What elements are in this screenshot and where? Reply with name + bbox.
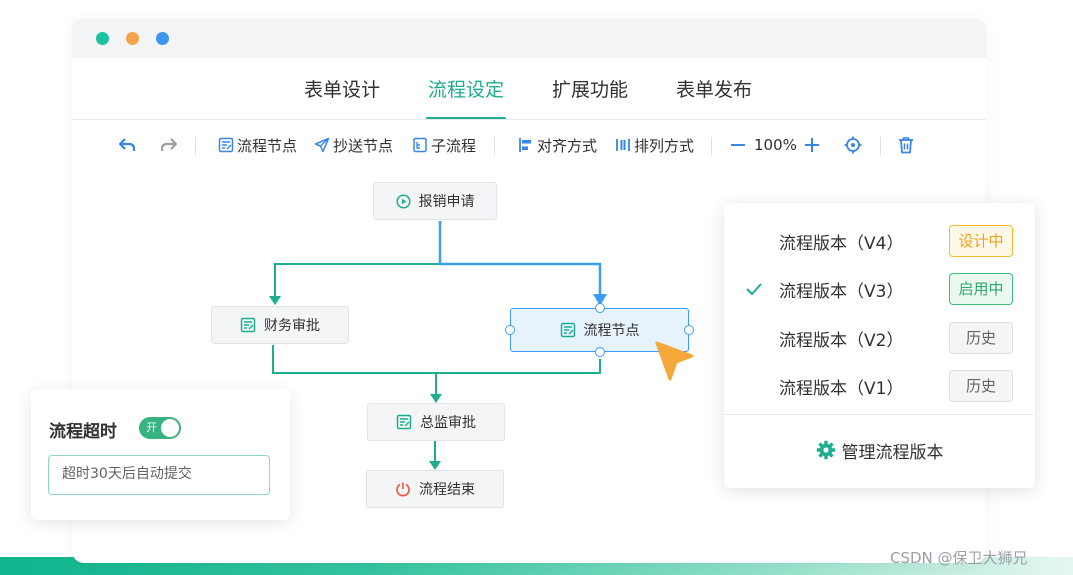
status-badge: 历史 bbox=[949, 370, 1013, 402]
version-item-v1[interactable]: 流程版本（V1） 历史 bbox=[724, 362, 1035, 410]
zoom-in-button[interactable] bbox=[803, 130, 821, 160]
toolbar-separator bbox=[195, 137, 196, 155]
locate-button[interactable] bbox=[844, 130, 862, 160]
timeout-title: 流程超时 bbox=[49, 422, 117, 442]
cc-node-label: 抄送节点 bbox=[333, 136, 394, 155]
add-flow-node-button[interactable]: 流程节点 bbox=[218, 130, 297, 160]
manage-versions-button[interactable]: 管理流程版本 bbox=[724, 433, 1035, 467]
status-badge: 历史 bbox=[949, 322, 1013, 354]
flow-node-start-label: 报销申请 bbox=[418, 194, 475, 210]
add-cc-node-button[interactable]: 抄送节点 bbox=[314, 130, 393, 160]
delete-button[interactable] bbox=[898, 130, 914, 160]
redo-icon bbox=[160, 138, 178, 151]
version-name: 流程版本（V2） bbox=[779, 331, 904, 351]
manage-versions-label: 管理流程版本 bbox=[841, 442, 944, 463]
connection-handle-right[interactable] bbox=[684, 325, 694, 335]
toolbar-separator bbox=[494, 137, 495, 155]
flow-node-start[interactable]: 报销申请 bbox=[373, 182, 497, 220]
subflow-label: 子流程 bbox=[431, 136, 477, 155]
main-tabs: 表单设计 流程设定 扩展功能 表单发布 bbox=[72, 76, 986, 120]
connection-handle-bottom[interactable] bbox=[595, 347, 605, 357]
status-badge: 设计中 bbox=[949, 225, 1013, 257]
version-name: 流程版本（V3） bbox=[779, 282, 904, 302]
flow-node-director-label: 总监审批 bbox=[420, 415, 476, 431]
flow-node-director[interactable]: 总监审批 bbox=[367, 403, 505, 441]
window-titlebar bbox=[72, 18, 986, 58]
undo-button[interactable] bbox=[118, 130, 136, 160]
status-badge: 启用中 bbox=[949, 273, 1013, 305]
flow-node-label: 流程节点 bbox=[237, 136, 298, 155]
form-edit-icon bbox=[240, 317, 256, 333]
check-icon bbox=[746, 283, 762, 296]
power-icon bbox=[395, 481, 411, 497]
mouse-pointer-icon bbox=[655, 341, 694, 381]
flow-node-finance-label: 财务审批 bbox=[264, 318, 320, 334]
window-dot-orange[interactable] bbox=[126, 32, 139, 45]
zoom-level: 100% bbox=[754, 136, 797, 154]
screenshot-stage: 表单设计 流程设定 扩展功能 表单发布 流程节点 抄送节点 子流程 对齐方式 排… bbox=[0, 0, 1073, 575]
version-item-v3[interactable]: 流程版本（V3） 启用中 bbox=[724, 265, 1035, 313]
version-name: 流程版本（V1） bbox=[779, 379, 904, 399]
play-circle-icon bbox=[395, 193, 411, 209]
timeout-panel: 流程超时 开 超时30天后自动提交 bbox=[31, 389, 290, 520]
window-dot-blue[interactable] bbox=[156, 32, 169, 45]
versions-panel: 流程版本（V4） 设计中 流程版本（V3） 启用中 流程版本（V2） 历史 流程… bbox=[724, 203, 1035, 488]
locate-icon bbox=[844, 136, 862, 154]
arrange-icon bbox=[616, 139, 630, 151]
undo-icon bbox=[118, 138, 136, 151]
timeout-toggle[interactable]: 开 bbox=[139, 417, 181, 439]
versions-divider bbox=[724, 414, 1035, 415]
trash-icon bbox=[899, 137, 913, 154]
plus-icon bbox=[805, 138, 819, 152]
connection-handle-left[interactable] bbox=[505, 325, 515, 335]
toolbar-separator bbox=[880, 137, 881, 155]
flow-toolbar: 流程节点 抄送节点 子流程 对齐方式 排列方式 100% bbox=[72, 130, 986, 160]
send-icon bbox=[314, 137, 330, 153]
align-button[interactable]: 对齐方式 bbox=[518, 130, 597, 160]
timeout-input[interactable]: 超时30天后自动提交 bbox=[48, 455, 270, 495]
minus-icon bbox=[731, 144, 745, 146]
arrange-label: 排列方式 bbox=[634, 136, 695, 155]
arrange-button[interactable]: 排列方式 bbox=[615, 130, 694, 160]
form-edit-icon bbox=[560, 322, 576, 338]
gear-icon bbox=[816, 440, 835, 460]
tabs-divider bbox=[72, 119, 986, 120]
add-subflow-button[interactable]: 子流程 bbox=[412, 130, 476, 160]
flow-node-icon bbox=[218, 137, 234, 153]
flow-node-end-label: 流程结束 bbox=[419, 482, 475, 498]
flow-node-process-label: 流程节点 bbox=[583, 323, 640, 339]
subflow-icon bbox=[413, 137, 427, 153]
window-dot-green[interactable] bbox=[96, 32, 109, 45]
zoom-out-button[interactable] bbox=[729, 130, 747, 160]
version-item-v2[interactable]: 流程版本（V2） 历史 bbox=[724, 314, 1035, 362]
version-name: 流程版本（V4） bbox=[779, 234, 904, 254]
tab-process-settings[interactable]: 流程设定 bbox=[425, 76, 507, 120]
tab-extensions[interactable]: 扩展功能 bbox=[552, 76, 628, 120]
form-edit-icon bbox=[396, 414, 412, 430]
toggle-knob bbox=[161, 419, 179, 437]
version-item-v4[interactable]: 流程版本（V4） 设计中 bbox=[724, 217, 1035, 265]
align-label: 对齐方式 bbox=[537, 136, 598, 155]
connection-handle-top[interactable] bbox=[595, 303, 605, 313]
tab-form-design[interactable]: 表单设计 bbox=[304, 76, 380, 120]
align-left-icon bbox=[519, 138, 531, 152]
tab-form-publish[interactable]: 表单发布 bbox=[676, 76, 752, 120]
flow-node-finance[interactable]: 财务审批 bbox=[211, 306, 349, 344]
toolbar-separator bbox=[711, 137, 712, 155]
toggle-label: 开 bbox=[146, 421, 157, 434]
redo-button[interactable] bbox=[160, 130, 178, 160]
watermark: CSDN @保卫大狮兄 bbox=[890, 549, 1028, 567]
flow-node-end[interactable]: 流程结束 bbox=[366, 470, 504, 508]
